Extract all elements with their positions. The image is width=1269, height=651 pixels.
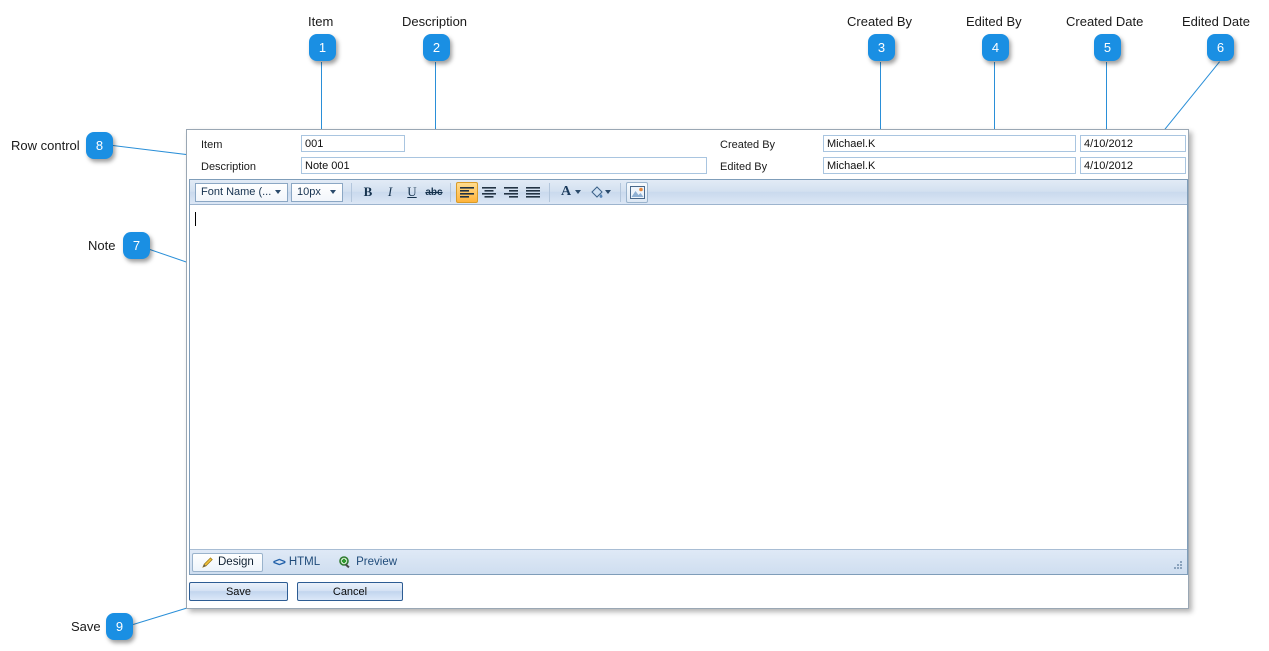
text-style-group: B I U abc bbox=[354, 182, 448, 203]
callout-badge-1[interactable]: 1 bbox=[309, 34, 336, 61]
callout-badge-2[interactable]: 2 bbox=[423, 34, 450, 61]
edited-date-input[interactable]: 4/10/2012 bbox=[1080, 157, 1186, 174]
note-edit-panel: Item 001 Description Note 001 Created By… bbox=[186, 129, 1189, 609]
chevron-down-icon[interactable] bbox=[605, 190, 611, 194]
pencil-icon bbox=[202, 556, 213, 568]
chevron-down-icon bbox=[275, 190, 281, 194]
rich-text-editor: Font Name (... 10px B I U abc A Design <… bbox=[189, 179, 1188, 575]
align-right-icon bbox=[504, 187, 518, 198]
image-icon bbox=[629, 185, 645, 199]
callout-badge-6[interactable]: 6 bbox=[1207, 34, 1234, 61]
color-group: A bbox=[552, 182, 618, 203]
text-caret bbox=[195, 212, 196, 226]
action-button-row: Save Cancel bbox=[189, 580, 1188, 604]
underline-icon: U bbox=[407, 184, 417, 199]
toolbar-separator bbox=[450, 182, 451, 202]
align-justify-button[interactable] bbox=[522, 182, 544, 203]
tab-preview[interactable]: Preview bbox=[330, 553, 405, 572]
cancel-button[interactable]: Cancel bbox=[297, 582, 403, 601]
screenshot-root: Item Description Created By Edited By Cr… bbox=[0, 0, 1269, 651]
font-size-value: 10px bbox=[297, 186, 321, 198]
font-name-value: Font Name (... bbox=[201, 186, 271, 198]
save-button[interactable]: Save bbox=[189, 582, 288, 601]
created-by-label: Created By bbox=[720, 139, 776, 151]
align-justify-icon bbox=[526, 187, 540, 198]
magnifier-icon bbox=[339, 555, 350, 568]
editor-content-area[interactable] bbox=[190, 205, 1187, 549]
callout-badge-5[interactable]: 5 bbox=[1094, 34, 1121, 61]
align-left-icon bbox=[460, 187, 474, 198]
insert-group bbox=[623, 181, 651, 203]
code-icon: <> bbox=[272, 555, 286, 569]
font-color-icon: A bbox=[560, 184, 572, 199]
created-date-input[interactable]: 4/10/2012 bbox=[1080, 135, 1186, 152]
chevron-down-icon bbox=[330, 190, 336, 194]
italic-icon: I bbox=[387, 184, 393, 199]
callout-label-1: Item bbox=[308, 14, 334, 29]
callout-label-2: Description bbox=[402, 14, 468, 29]
description-input[interactable]: Note 001 bbox=[301, 157, 707, 174]
align-center-icon bbox=[482, 187, 496, 198]
tab-html-label: HTML bbox=[288, 556, 321, 568]
alignment-group bbox=[453, 181, 547, 203]
strikethrough-button[interactable]: abc bbox=[423, 182, 445, 203]
callout-badge-9[interactable]: 9 bbox=[106, 613, 133, 640]
toolbar-separator bbox=[620, 182, 621, 202]
edited-by-input[interactable]: Michael.K bbox=[823, 157, 1076, 174]
highlight-color-button[interactable] bbox=[585, 182, 607, 203]
bold-button[interactable]: B bbox=[357, 182, 379, 203]
insert-image-button[interactable] bbox=[626, 181, 648, 203]
tab-design-label: Design bbox=[218, 556, 254, 568]
callout-label-5: Created Date bbox=[1066, 14, 1144, 29]
bold-icon: B bbox=[363, 184, 373, 199]
callout-label-3: Created By bbox=[847, 14, 913, 29]
item-label: Item bbox=[201, 139, 223, 151]
chevron-down-icon[interactable] bbox=[575, 190, 581, 194]
tab-preview-label: Preview bbox=[356, 556, 398, 568]
callout-badge-3[interactable]: 3 bbox=[868, 34, 895, 61]
align-right-button[interactable] bbox=[500, 182, 522, 203]
callout-badge-7[interactable]: 7 bbox=[123, 232, 150, 259]
align-left-button[interactable] bbox=[456, 181, 478, 203]
strikethrough-icon: abc bbox=[425, 186, 443, 198]
callout-label-9: Save bbox=[71, 619, 101, 634]
callout-label-8: Row control bbox=[11, 138, 80, 153]
description-label: Description bbox=[201, 161, 257, 173]
editor-mode-tabs: Design <> HTML Preview bbox=[190, 549, 1187, 574]
callout-label-6: Edited Date bbox=[1182, 14, 1250, 29]
form-fields-area: Item 001 Description Note 001 Created By… bbox=[187, 130, 1188, 178]
callout-label-4: Edited By bbox=[966, 14, 1022, 29]
underline-button[interactable]: U bbox=[401, 182, 423, 203]
align-center-button[interactable] bbox=[478, 182, 500, 203]
tab-html[interactable]: <> HTML bbox=[265, 553, 328, 572]
resize-grip[interactable] bbox=[1174, 561, 1183, 570]
editor-toolbar: Font Name (... 10px B I U abc A bbox=[190, 180, 1187, 205]
edited-by-label: Edited By bbox=[720, 161, 768, 173]
callout-badge-4[interactable]: 4 bbox=[982, 34, 1009, 61]
fill-icon bbox=[590, 186, 603, 198]
font-name-select[interactable]: Font Name (... bbox=[195, 182, 288, 202]
font-controls-group: Font Name (... 10px bbox=[192, 182, 349, 202]
leader-line-1 bbox=[321, 62, 322, 137]
callout-label-7: Note bbox=[88, 238, 116, 253]
item-input[interactable]: 001 bbox=[301, 135, 405, 152]
italic-button[interactable]: I bbox=[379, 182, 401, 203]
font-size-select[interactable]: 10px bbox=[291, 182, 343, 202]
toolbar-separator bbox=[351, 182, 352, 202]
font-color-button[interactable]: A bbox=[555, 182, 577, 203]
created-by-input[interactable]: Michael.K bbox=[823, 135, 1076, 152]
callout-badge-8[interactable]: 8 bbox=[86, 132, 113, 159]
tab-design[interactable]: Design bbox=[192, 552, 263, 572]
toolbar-separator bbox=[549, 182, 550, 202]
